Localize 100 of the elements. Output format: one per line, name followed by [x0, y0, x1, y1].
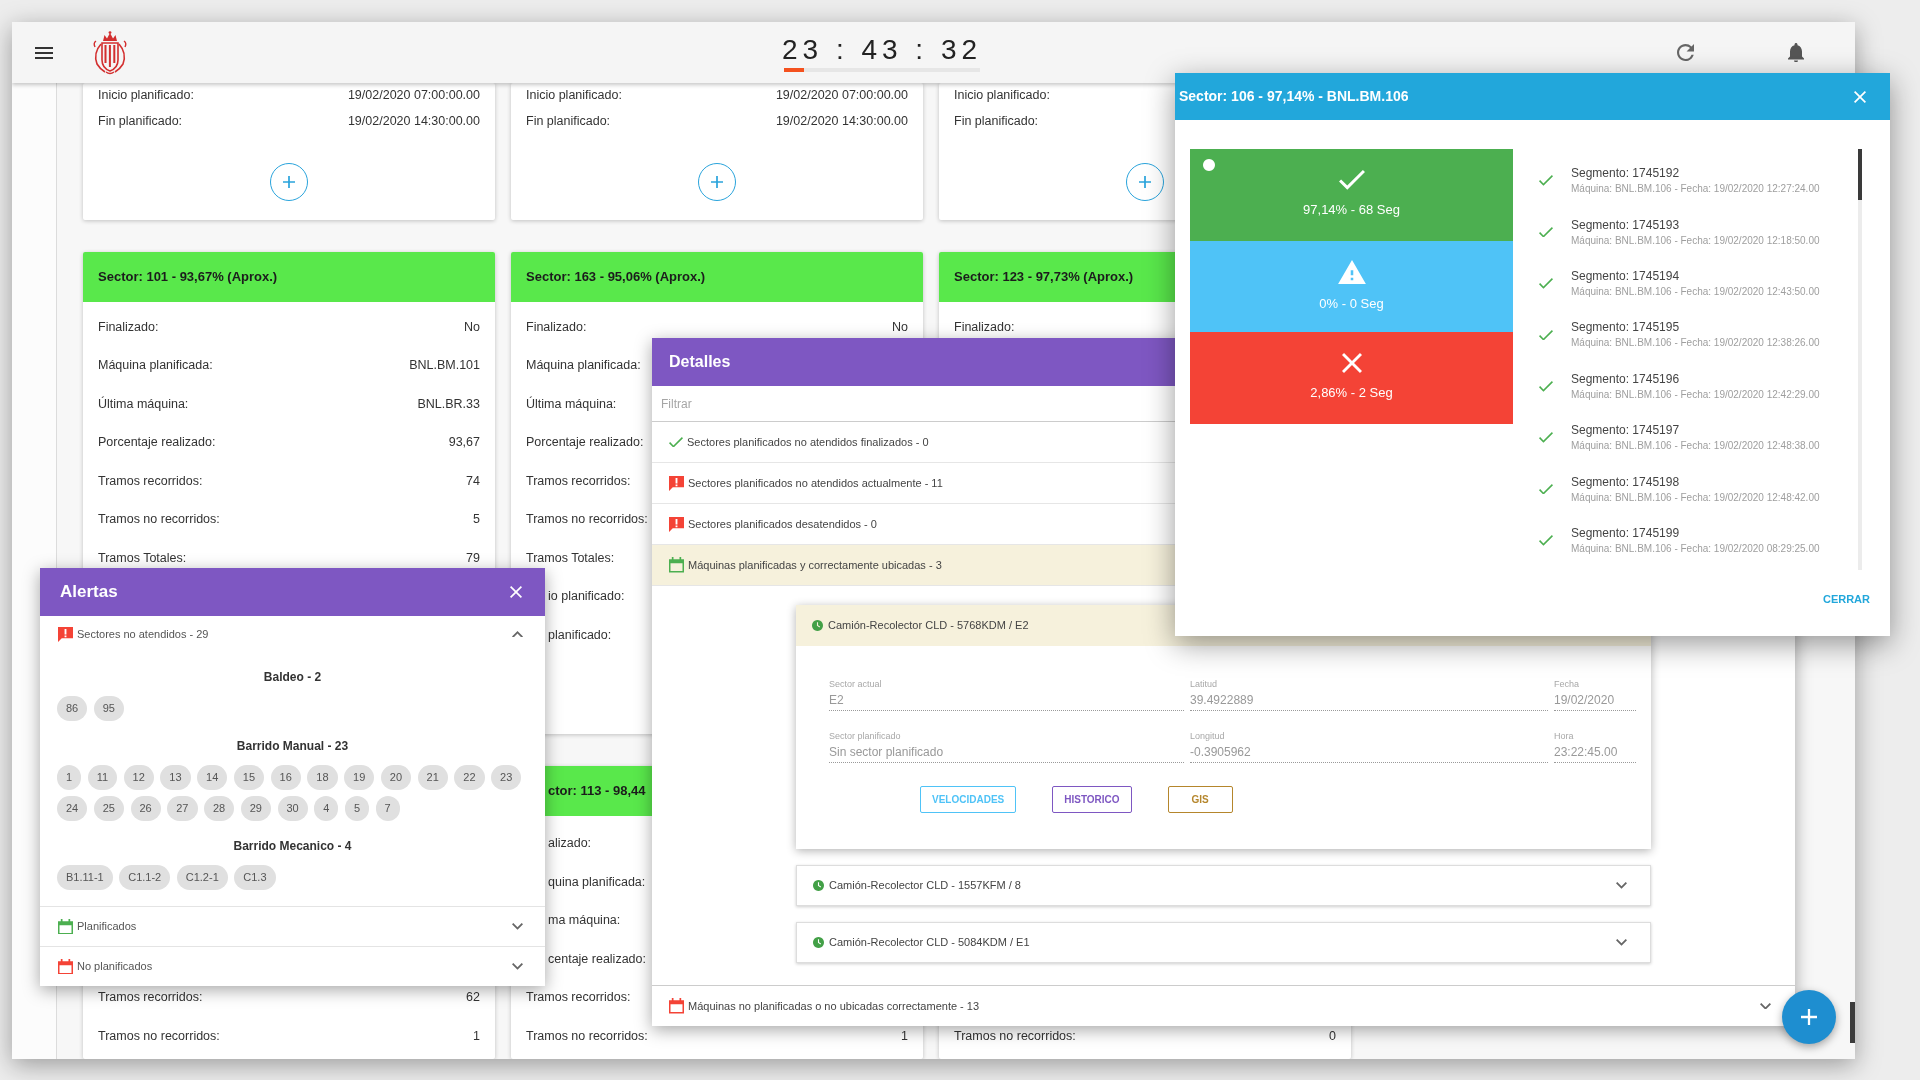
field-label: Finalizado: [526, 318, 587, 336]
field-label: Latitud [1190, 679, 1219, 690]
dialog-title: Sector: 106 - 97,14% - BNL.BM.106 [1179, 87, 1409, 106]
card-title: ctor: 113 - 98,44 [548, 782, 646, 801]
panel-title: Detalles [669, 352, 731, 372]
field-label: Última máquina: [526, 395, 617, 413]
field-label: Sector actual [829, 679, 883, 690]
sector-chip[interactable]: 18 [307, 765, 338, 790]
sector-chip[interactable]: 25 [93, 796, 124, 821]
field-value: 62 [466, 989, 480, 1007]
action-button[interactable]: HISTORICO [1052, 786, 1132, 813]
sector-chip[interactable]: 19 [344, 765, 375, 790]
segment-title: Segmento: 1745192 [1571, 165, 1681, 182]
sector-chip[interactable]: 22 [454, 765, 485, 790]
accordion-header[interactable]: Sectores no atendidos - 29 [40, 616, 545, 652]
sector-chip[interactable]: 16 [270, 765, 301, 790]
field-label: Tramos no recorridos: [526, 1027, 648, 1045]
sector-chip[interactable]: 11 [87, 765, 118, 790]
field-label: Finalizado: [954, 318, 1015, 336]
field-value: 79 [466, 549, 480, 567]
accordion-header[interactable]: Planificados [40, 907, 545, 946]
sector-chip[interactable]: 21 [417, 765, 448, 790]
sector-chip[interactable]: 15 [233, 765, 265, 790]
segment-title: Segmento: 1745198 [1571, 473, 1681, 490]
field-value: BNL.BR.33 [417, 395, 480, 413]
chevron-down-icon [512, 963, 523, 970]
field-value: 0 [1329, 1027, 1336, 1045]
clock-time: 23 : 43 : 32 [781, 33, 983, 67]
sector-chip[interactable]: 12 [123, 765, 154, 790]
close-icon[interactable] [1854, 90, 1866, 103]
sector-chip[interactable]: 24 [57, 796, 88, 821]
sector-chip[interactable]: 29 [240, 796, 271, 821]
sector-chip[interactable]: 14 [197, 765, 228, 790]
field-label: Fecha [1554, 679, 1580, 690]
field-label: Fin planificado: [954, 112, 1039, 130]
field-value: 93,67 [448, 434, 480, 452]
check-icon [1539, 380, 1553, 392]
close-icon[interactable] [510, 586, 522, 598]
field-label: Última máquina: [98, 395, 189, 413]
chevron-down-icon [1616, 939, 1627, 946]
group-title: Barrido Mecanico - 4 [233, 838, 352, 855]
accordion-header[interactable]: No planificados [40, 947, 545, 986]
sector-chip[interactable]: 20 [380, 765, 412, 790]
sector-chip[interactable]: 95 [93, 696, 124, 721]
clock-icon [813, 937, 824, 948]
sector-chip[interactable]: 26 [130, 796, 161, 821]
field-label: Inicio planificado: [526, 86, 622, 104]
field-label: Inicio planificado: [954, 86, 1050, 104]
bell-icon[interactable] [1788, 42, 1804, 63]
sector-chip[interactable]: B1.11-1 [57, 865, 113, 890]
field-label: Tramos Totales: [98, 549, 187, 567]
segment-title: Segmento: 1745194 [1571, 267, 1681, 284]
card-title: Sector: 163 - 95,06% (Aprox.) [526, 268, 706, 287]
sector-chip[interactable]: 13 [160, 765, 191, 790]
cross-icon [1341, 353, 1362, 374]
segment-title: Segmento: 1745199 [1571, 524, 1681, 541]
field-value: 5 [473, 511, 480, 529]
group-title: Baldeo - 2 [263, 669, 322, 686]
field-label: Máquina planificada: [98, 357, 213, 375]
sector-chip[interactable]: 86 [57, 696, 88, 721]
machine-header[interactable]: Camión-Recolector CLD - 5084KDM / E1 [796, 922, 1651, 963]
refresh-icon[interactable] [1677, 44, 1694, 61]
sector-chip[interactable]: C1.2-1 [176, 865, 228, 890]
field-label: Tramos no recorridos: [98, 1027, 220, 1045]
clock-icon [812, 620, 823, 631]
scrollbar-thumb[interactable] [1858, 149, 1862, 200]
card-title: Sector: 101 - 93,67% (Aprox.) [98, 268, 278, 287]
segment-detail: Máquina: BNL.BM.106 - Fecha: 19/02/2020 12:48:38.00 [1571, 439, 1820, 454]
field-label: Máquina planificada: [526, 357, 641, 375]
segment-detail: Máquina: BNL.BM.106 - Fecha: 19/02/2020 12:48:42.00 [1571, 490, 1820, 505]
warning-icon [1337, 259, 1366, 284]
sector-chip[interactable]: 23 [491, 765, 522, 790]
sector-chip[interactable]: C1.1-2 [119, 865, 171, 890]
field-label: Tramos no recorridos: [526, 511, 648, 529]
check-icon [1539, 278, 1553, 289]
segment-title: Segmento: 1745196 [1571, 370, 1681, 387]
machine-header[interactable]: Camión-Recolector CLD - 1557KFM / 8 [796, 865, 1651, 906]
sector-chip[interactable]: C1.3 [234, 865, 276, 890]
field-label: centaje realizado: [548, 950, 646, 968]
sector-chip[interactable]: 4 [314, 796, 339, 821]
menu-icon[interactable] [35, 46, 53, 59]
card-title: Sector: 123 - 97,73% (Aprox.) [954, 268, 1134, 287]
sector-chip[interactable]: 30 [277, 796, 308, 821]
field-value: 1 [901, 1027, 908, 1045]
field-label: Porcentaje realizado: [98, 434, 216, 452]
sector-chip[interactable]: 1 [57, 765, 82, 790]
segment-detail: Máquina: BNL.BM.106 - Fecha: 19/02/2020 12:43:50.00 [1571, 284, 1820, 299]
sector-chip[interactable]: 28 [204, 796, 235, 821]
sector-chip[interactable]: 27 [167, 796, 198, 821]
scrollbar-thumb[interactable] [1850, 1002, 1855, 1043]
segment-detail: Máquina: BNL.BM.106 - Fecha: 19/02/2020 12:18:50.00 [1571, 233, 1820, 248]
status-tile[interactable]: 2,86% - 2 Seg [1190, 332, 1513, 425]
plus-icon [711, 176, 723, 188]
segment-detail: Máquina: BNL.BM.106 - Fecha: 19/02/2020 08:29:25.00 [1571, 541, 1820, 556]
field-label: planificado: [548, 626, 612, 644]
segment-detail: Máquina: BNL.BM.106 - Fecha: 19/02/2020 12:38:26.00 [1571, 336, 1820, 351]
action-button[interactable]: GIS [1167, 786, 1233, 813]
field-label: Hora [1554, 731, 1575, 742]
sector-chip[interactable]: 5 [344, 796, 369, 821]
sector-chip[interactable]: 7 [375, 796, 400, 821]
